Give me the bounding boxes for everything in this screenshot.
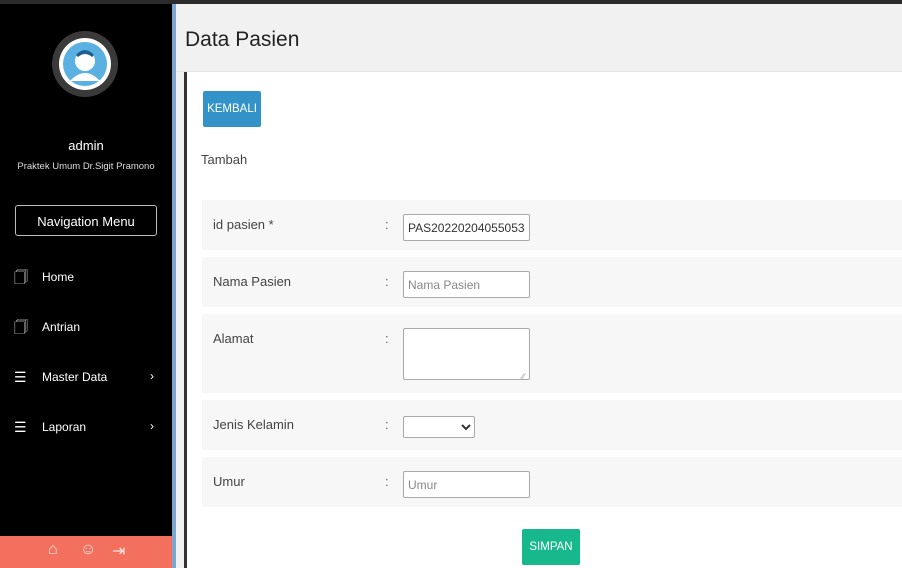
back-button[interactable]: KEMBALI xyxy=(203,91,261,127)
logout-icon[interactable]: ⇥ xyxy=(112,541,125,561)
chevron-right-icon: › xyxy=(150,369,154,383)
field-label: Umur xyxy=(213,474,245,489)
form-row-id-pasien: id pasien * : xyxy=(202,200,902,250)
menu-icon: ☰ xyxy=(14,369,27,385)
field-label: id pasien * xyxy=(213,217,274,232)
field-separator: : xyxy=(385,217,389,232)
chevron-right-icon: › xyxy=(150,419,154,433)
navigation-menu-header: Navigation Menu xyxy=(15,205,157,236)
sidebar-item-master-data[interactable]: ☰ Master Data › xyxy=(0,368,172,388)
field-separator: : xyxy=(385,417,389,432)
form-row-alamat: Alamat : ∕∕ xyxy=(202,314,902,393)
save-button[interactable]: SIMPAN xyxy=(522,529,580,565)
umur-input[interactable] xyxy=(403,471,530,498)
field-label: Nama Pasien xyxy=(213,274,292,289)
form-row-jenis-kelamin: Jenis Kelamin : xyxy=(202,400,902,450)
avatar xyxy=(52,31,118,97)
nama-pasien-input[interactable] xyxy=(403,271,530,298)
page-header: Data Pasien xyxy=(176,4,902,72)
form-subtitle: Tambah xyxy=(201,152,248,167)
sidebar-item-laporan[interactable]: ☰ Laporan › xyxy=(0,418,172,438)
sidebar-footer: ⌂ ☺ ⇥ xyxy=(0,536,172,568)
user-subtitle: Praktek Umum Dr.Sigit Pramono xyxy=(17,161,155,172)
sidebar-item-label: Laporan xyxy=(42,420,87,434)
field-label: Alamat xyxy=(213,331,254,346)
sidebar-item-home[interactable]: 🗍 Home xyxy=(0,268,172,288)
user-icon[interactable]: ☺ xyxy=(80,541,96,559)
user-avatar-icon xyxy=(63,42,107,86)
home-icon[interactable]: ⌂ xyxy=(48,541,58,559)
alamat-textarea[interactable] xyxy=(403,328,530,380)
form-row-nama-pasien: Nama Pasien : xyxy=(202,257,902,307)
document-icon: 🗍 xyxy=(14,319,28,335)
field-label: Jenis Kelamin xyxy=(213,417,294,432)
field-separator: : xyxy=(385,474,389,489)
field-separator: : xyxy=(385,274,389,289)
jenis-kelamin-select[interactable] xyxy=(403,416,475,438)
sidebar: admin Praktek Umum Dr.Sigit Pramono Navi… xyxy=(0,4,172,568)
page-title: Data Pasien xyxy=(185,28,300,51)
resize-handle-icon[interactable]: ∕∕ xyxy=(522,372,525,381)
document-icon: 🗍 xyxy=(14,269,28,285)
sidebar-item-label: Antrian xyxy=(42,320,81,334)
menu-icon: ☰ xyxy=(14,419,27,435)
sidebar-item-label: Master Data xyxy=(42,370,108,384)
form-row-umur: Umur : xyxy=(202,457,902,507)
id-pasien-input[interactable] xyxy=(403,214,530,241)
form-panel: KEMBALI Tambah id pasien * : Nama Pasien… xyxy=(184,72,902,568)
field-separator: : xyxy=(385,331,389,346)
sidebar-border xyxy=(172,4,176,568)
user-name: admin xyxy=(68,138,104,153)
sidebar-item-antrian[interactable]: 🗍 Antrian xyxy=(0,318,172,338)
sidebar-item-label: Home xyxy=(42,270,75,284)
